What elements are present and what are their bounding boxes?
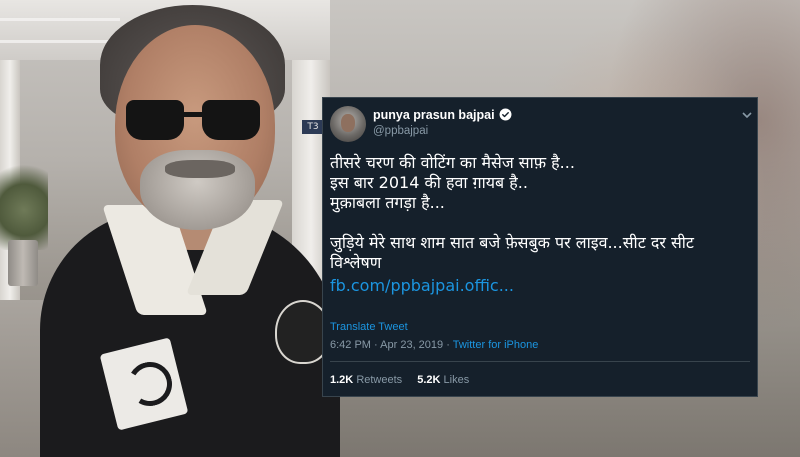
tweet-line: तीसरे चरण की वोटिंग का मैसेज साफ़ है...	[330, 153, 575, 172]
tweet-stats: 1.2K Retweets 5.2K Likes	[330, 374, 469, 386]
plant-pot	[8, 240, 38, 286]
retweets-count: 1.2K	[330, 374, 354, 386]
user-handle[interactable]: @ppbajpai	[373, 125, 428, 137]
tweet-card[interactable]: punya prasun bajpai @ppbajpai तीसरे चरण …	[322, 97, 758, 397]
tweet-line: विश्लेषण	[330, 253, 382, 272]
tweet-line: जुड़िये मेरे साथ शाम सात बजे फ़ेसबुक पर …	[330, 233, 694, 252]
plant	[0, 150, 48, 250]
tweet-text: तीसरे चरण की वोटिंग का मैसेज साफ़ है... …	[330, 153, 750, 296]
tweet-source[interactable]: Twitter for iPhone	[453, 339, 539, 351]
translate-tweet-link[interactable]: Translate Tweet	[330, 321, 408, 333]
display-name[interactable]: punya prasun bajpai	[373, 108, 512, 122]
likes-count: 5.2K	[417, 374, 441, 386]
avatar[interactable]	[330, 106, 366, 142]
verified-badge-icon	[499, 108, 512, 121]
chevron-down-icon[interactable]	[741, 110, 753, 120]
terminal-sign: T3	[302, 120, 324, 134]
person-mustache	[165, 160, 235, 178]
tweet-link[interactable]: fb.com/ppbajpai.offic...	[330, 276, 750, 296]
likes-label: Likes	[443, 374, 470, 386]
retweets-label: Retweets	[356, 374, 403, 386]
tweet-time[interactable]: 6:42 PM	[330, 339, 371, 351]
tweet-line: इस बार 2014 की हवा ग़ायब है..	[330, 173, 528, 192]
divider	[330, 361, 750, 362]
ceiling-light	[0, 18, 120, 21]
retweets-stat[interactable]: 1.2K Retweets	[330, 374, 402, 386]
tweet-date[interactable]: Apr 23, 2019	[380, 339, 443, 351]
tweet-line: मुक़ाबला तगड़ा है...	[330, 193, 445, 212]
likes-stat[interactable]: 5.2K Likes	[417, 374, 469, 386]
display-name-text[interactable]: punya prasun bajpai	[373, 108, 495, 122]
tweet-meta: 6:42 PM · Apr 23, 2019 · Twitter for iPh…	[330, 339, 538, 351]
sunglasses	[126, 100, 266, 146]
